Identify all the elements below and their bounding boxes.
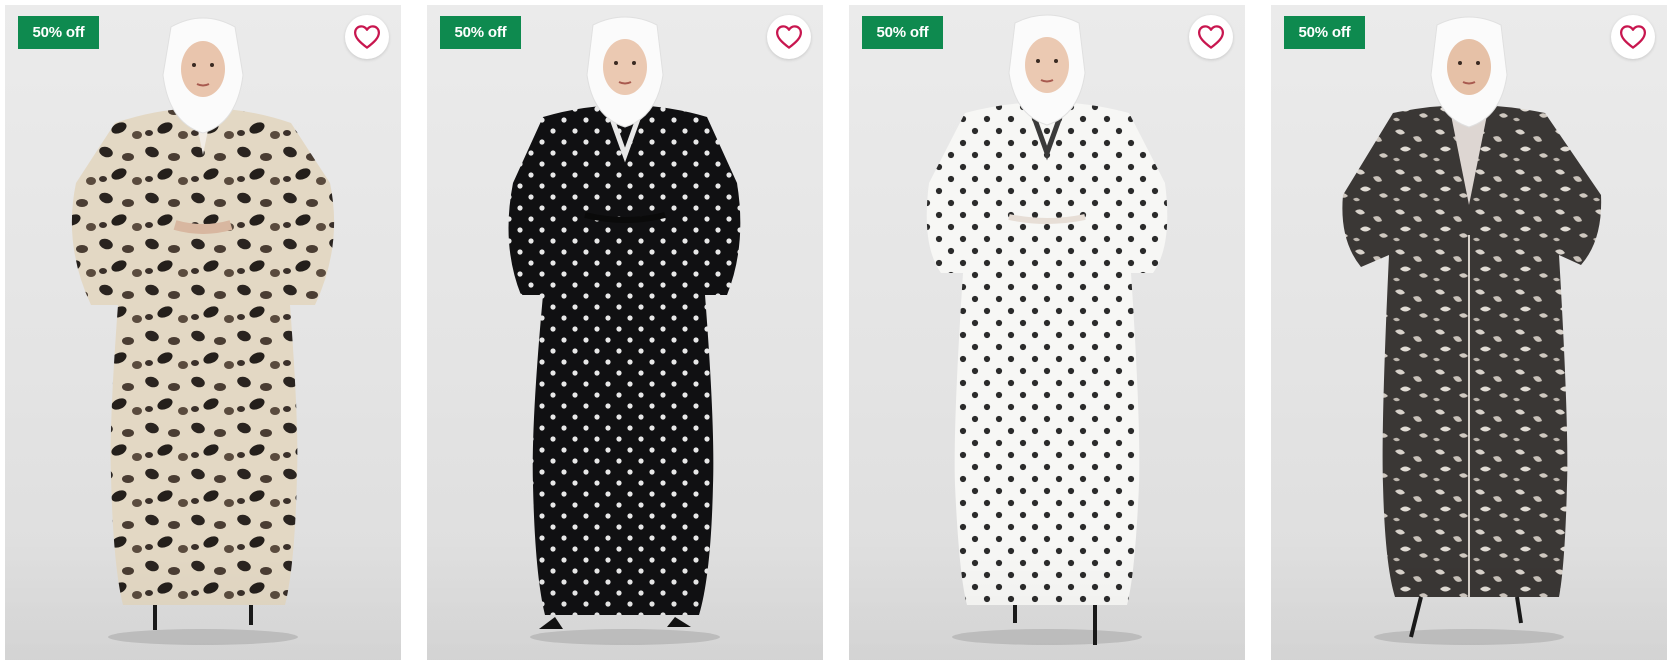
wishlist-button[interactable]	[345, 15, 389, 59]
wishlist-button[interactable]	[1611, 15, 1655, 59]
product-card[interactable]: 50% off	[5, 5, 401, 660]
discount-badge: 50% off	[1284, 16, 1365, 49]
heart-outline-icon	[1198, 25, 1224, 49]
heart-outline-icon	[354, 25, 380, 49]
discount-badge: 50% off	[440, 16, 521, 49]
product-card[interactable]: 50% off	[427, 5, 823, 660]
discount-badge: 50% off	[862, 16, 943, 49]
heart-outline-icon	[776, 25, 802, 49]
heart-outline-icon	[1620, 25, 1646, 49]
wishlist-button[interactable]	[1189, 15, 1233, 59]
product-card[interactable]: 50% off	[849, 5, 1245, 660]
wishlist-button[interactable]	[767, 15, 811, 59]
discount-badge: 50% off	[18, 16, 99, 49]
product-card[interactable]: 50% off	[1271, 5, 1667, 660]
